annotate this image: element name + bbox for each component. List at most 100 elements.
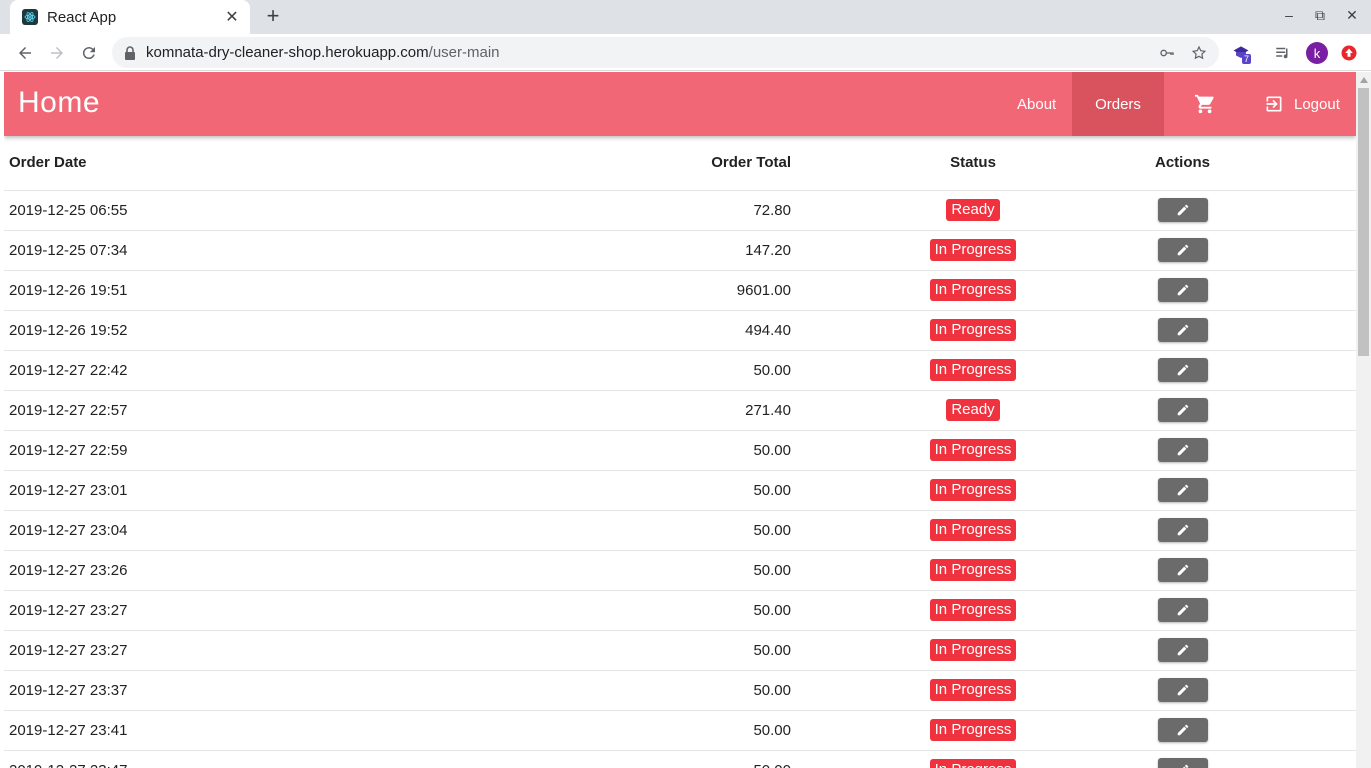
header-spacer (1210, 136, 1356, 191)
tab-close-icon[interactable]: ✕ (224, 7, 240, 27)
header-status: Status (791, 136, 1155, 191)
forward-icon[interactable] (46, 42, 68, 64)
edit-order-button[interactable] (1157, 638, 1208, 662)
edit-order-button[interactable] (1157, 718, 1208, 742)
bookmark-star-icon[interactable] (1190, 44, 1208, 62)
pencil-icon (1177, 604, 1188, 616)
header-order-date: Order Date (4, 136, 434, 191)
back-icon[interactable] (14, 42, 36, 64)
order-total-cell: 271.40 (434, 390, 791, 431)
row-spacer (1210, 230, 1356, 271)
order-date-cell: 2019-12-27 23:01 (4, 470, 434, 511)
edit-order-button[interactable] (1157, 198, 1208, 222)
table-row: 2019-12-27 23:47 50.00 In Progress (4, 750, 1356, 768)
media-queue-icon[interactable] (1272, 42, 1294, 64)
edit-order-button[interactable] (1157, 518, 1208, 542)
table-row: 2019-12-25 06:55 72.80 Ready (4, 190, 1356, 231)
extension-icon[interactable]: 7 (1230, 42, 1252, 64)
url-host: komnata-dry-cleaner-shop.herokuapp.com (146, 44, 429, 61)
scrollbar-thumb[interactable] (1358, 88, 1369, 356)
orders-table-body: 2019-12-25 06:55 72.80 Ready 2019-12-25 … (4, 190, 1356, 768)
status-badge: In Progress (929, 559, 1017, 581)
row-spacer (1210, 430, 1356, 471)
table-row: 2019-12-27 22:42 50.00 In Progress (4, 350, 1356, 391)
pencil-icon (1177, 644, 1188, 656)
order-date-cell: 2019-12-26 19:52 (4, 310, 434, 351)
row-spacer (1210, 550, 1356, 591)
logout-link[interactable]: Logout (1264, 72, 1344, 136)
edit-order-button[interactable] (1157, 598, 1208, 622)
page-content: Home About Orders Logout Order Date Orde… (4, 72, 1356, 768)
order-total-cell: 494.40 (434, 310, 791, 351)
order-total-cell: 50.00 (434, 710, 791, 751)
row-spacer (1210, 390, 1356, 431)
edit-order-button[interactable] (1157, 358, 1208, 382)
actions-cell (1155, 590, 1211, 631)
pencil-icon (1177, 284, 1188, 296)
actions-cell (1155, 430, 1211, 471)
page-scrollbar[interactable] (1356, 72, 1371, 768)
window-close-icon[interactable]: ✕ (1342, 7, 1362, 24)
pencil-icon (1177, 684, 1188, 696)
row-spacer (1210, 470, 1356, 511)
table-row: 2019-12-27 22:57 271.40 Ready (4, 390, 1356, 431)
pencil-icon (1177, 444, 1188, 456)
status-badge: In Progress (929, 639, 1017, 661)
row-spacer (1210, 270, 1356, 311)
status-badge: In Progress (929, 279, 1017, 301)
table-row: 2019-12-26 19:52 494.40 In Progress (4, 310, 1356, 351)
pencil-icon (1177, 524, 1188, 536)
edit-order-button[interactable] (1157, 278, 1208, 302)
edit-order-button[interactable] (1157, 558, 1208, 582)
nav-orders-link[interactable]: Orders (1072, 72, 1164, 136)
status-cell: In Progress (791, 590, 1155, 631)
actions-cell (1155, 470, 1211, 511)
edit-order-button[interactable] (1157, 478, 1208, 502)
status-badge: In Progress (929, 599, 1017, 621)
scroll-up-arrow-icon[interactable] (1356, 72, 1371, 87)
logout-label: Logout (1294, 95, 1340, 113)
extension-badge: 7 (1242, 54, 1252, 64)
url-path: /user-main (428, 44, 500, 61)
nav-about-link[interactable]: About (1017, 72, 1057, 136)
brand-home-link[interactable]: Home (18, 86, 100, 120)
row-spacer (1210, 710, 1356, 751)
profile-avatar[interactable]: k (1306, 42, 1328, 64)
minimize-icon[interactable]: – (1279, 7, 1299, 23)
status-badge: In Progress (929, 239, 1017, 261)
app-header: Home About Orders Logout (4, 72, 1356, 136)
row-spacer (1210, 590, 1356, 631)
pencil-icon (1177, 244, 1188, 256)
actions-cell (1155, 310, 1211, 351)
status-cell: Ready (791, 190, 1155, 231)
reload-icon[interactable] (78, 42, 100, 64)
pencil-icon (1177, 404, 1188, 416)
browser-tab[interactable]: React App ✕ (10, 0, 250, 34)
edit-order-button[interactable] (1157, 238, 1208, 262)
status-cell: In Progress (791, 710, 1155, 751)
order-date-cell: 2019-12-27 23:37 (4, 670, 434, 711)
edit-order-button[interactable] (1157, 398, 1208, 422)
shopping-cart-icon[interactable] (1194, 72, 1216, 136)
order-date-cell: 2019-12-27 22:59 (4, 430, 434, 471)
actions-cell (1155, 230, 1211, 271)
edit-order-button[interactable] (1157, 678, 1208, 702)
order-date-cell: 2019-12-25 07:34 (4, 230, 434, 271)
status-badge: Ready (946, 199, 1000, 221)
edit-order-button[interactable] (1157, 758, 1208, 768)
row-spacer (1210, 350, 1356, 391)
edit-order-button[interactable] (1157, 318, 1208, 342)
status-cell: In Progress (791, 270, 1155, 311)
restore-icon[interactable]: ⧉ (1310, 7, 1330, 24)
key-icon[interactable] (1158, 44, 1176, 62)
actions-cell (1155, 350, 1211, 391)
order-total-cell: 50.00 (434, 590, 791, 631)
order-total-cell: 50.00 (434, 630, 791, 671)
new-tab-icon[interactable]: + (262, 5, 284, 27)
edit-order-button[interactable] (1157, 438, 1208, 462)
status-badge: In Progress (929, 679, 1017, 701)
order-total-cell: 147.20 (434, 230, 791, 271)
orders-table-container: Order Date Order Total Status Actions 20… (4, 136, 1356, 768)
adblock-icon[interactable] (1338, 42, 1360, 64)
address-bar[interactable]: komnata-dry-cleaner-shop.herokuapp.com/u… (112, 37, 1219, 68)
